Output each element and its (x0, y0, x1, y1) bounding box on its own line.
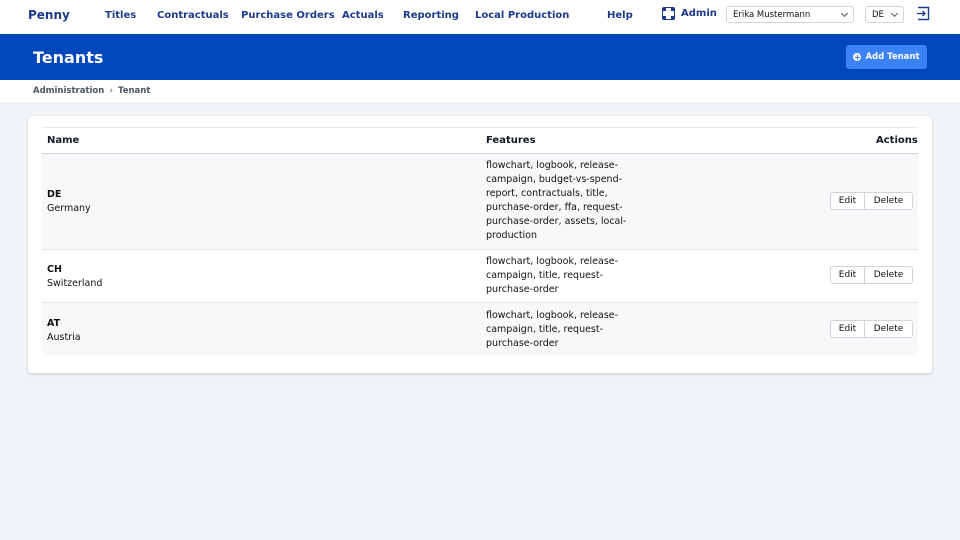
tenant-name: Germany (47, 203, 91, 214)
table-top-border (42, 127, 918, 128)
language-select-value: DE (872, 9, 884, 20)
table-row (42, 154, 918, 249)
tenant-name: Austria (47, 332, 81, 343)
admin-icon (662, 7, 675, 20)
nav-purchase-orders[interactable]: Purchase Orders (241, 10, 335, 21)
tenant-code: CH (47, 264, 62, 275)
admin-label: Admin (681, 8, 717, 19)
delete-button[interactable]: Delete (865, 192, 913, 210)
user-select-value: Erika Mustermann (733, 9, 811, 20)
nav-local-production[interactable]: Local Production (475, 10, 569, 21)
nav-help[interactable]: Help (607, 10, 633, 21)
page-header (0, 34, 960, 80)
breadcrumb: Administration › Tenant (33, 86, 150, 96)
page-title: Tenants (33, 48, 104, 67)
delete-button[interactable]: Delete (865, 320, 913, 338)
delete-button[interactable]: Delete (865, 266, 913, 284)
chevron-down-icon (890, 9, 899, 17)
brand-logo[interactable]: Penny (28, 8, 70, 22)
breadcrumb-tenant: Tenant (118, 86, 151, 96)
edit-button[interactable]: Edit (830, 266, 865, 284)
row-actions: Edit Delete (830, 192, 913, 210)
nav-contractuals[interactable]: Contractuals (157, 10, 229, 21)
column-header-name: Name (47, 135, 80, 146)
nav-actuals[interactable]: Actuals (342, 10, 384, 21)
column-header-features: Features (486, 135, 536, 146)
tenant-features: flowchart, logbook, release-campaign, ti… (486, 256, 619, 295)
logout-icon[interactable] (916, 6, 931, 21)
column-header-actions: Actions (876, 135, 918, 146)
nav-reporting[interactable]: Reporting (403, 10, 459, 21)
chevron-right-icon: › (109, 86, 114, 96)
row-actions: Edit Delete (830, 266, 913, 284)
breadcrumb-administration[interactable]: Administration (33, 86, 104, 96)
tenant-features: flowchart, logbook, release-campaign, bu… (486, 160, 627, 241)
plus-circle-icon (853, 53, 862, 61)
chevron-down-icon (840, 9, 849, 17)
add-tenant-button[interactable]: Add Tenant (846, 45, 927, 69)
add-tenant-label: Add Tenant (865, 52, 920, 62)
tenant-features: flowchart, logbook, release-campaign, ti… (486, 310, 619, 349)
tenant-name: Switzerland (47, 278, 103, 289)
table-row (42, 250, 918, 302)
edit-button[interactable]: Edit (830, 192, 865, 210)
tenant-code: AT (47, 318, 61, 329)
nav-titles[interactable]: Titles (105, 10, 136, 21)
table-row (42, 303, 918, 355)
row-actions: Edit Delete (830, 320, 913, 338)
language-select[interactable]: DE (865, 6, 904, 23)
tenant-code: DE (47, 189, 62, 200)
user-select[interactable]: Erika Mustermann (726, 6, 854, 23)
edit-button[interactable]: Edit (830, 320, 865, 338)
admin-menu[interactable]: Admin (662, 7, 717, 20)
